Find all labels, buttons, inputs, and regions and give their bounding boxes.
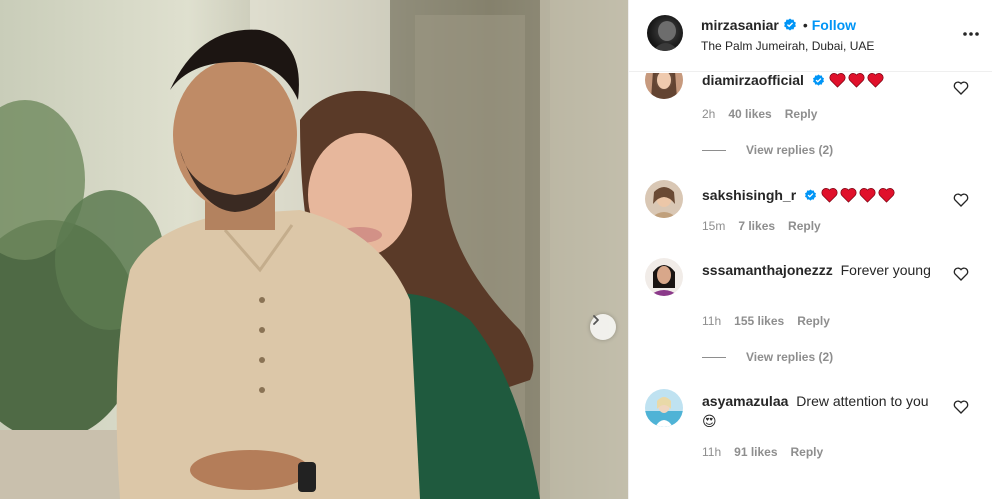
red-heart-icon: [878, 188, 895, 203]
verified-badge-icon: [805, 189, 817, 201]
verified-badge-icon: [812, 74, 824, 86]
red-heart-icon: [867, 73, 884, 88]
comment-username[interactable]: sakshisingh_r: [702, 187, 796, 203]
owner-avatar-image: [653, 21, 679, 51]
replies-divider-line: [702, 149, 726, 151]
comment-reply-button[interactable]: Reply: [797, 314, 830, 328]
photo-illustration: [0, 0, 628, 499]
heart-outline-icon[interactable]: [953, 399, 969, 415]
post-side-panel: mirzasaniar • Follow The Palm Jumeirah, …: [628, 0, 992, 499]
comment-reply-button[interactable]: Reply: [788, 219, 821, 233]
commenter-avatar-image: [645, 180, 683, 218]
comment-username[interactable]: sssamanthajonezzz: [702, 262, 833, 278]
comment-text: sssamanthajonezzz Forever young: [702, 260, 942, 280]
commenter-avatar-image: [645, 389, 683, 427]
view-replies-button[interactable]: View replies (2): [702, 143, 833, 157]
post-photo[interactable]: [0, 0, 628, 499]
red-heart-icon: [821, 188, 838, 203]
comment-meta: 11h 155 likes Reply: [702, 314, 830, 328]
comment-meta: 15m 7 likes Reply: [702, 219, 821, 233]
replies-divider-line: [702, 356, 726, 358]
owner-username[interactable]: mirzasaniar: [701, 17, 779, 33]
owner-avatar[interactable]: [647, 15, 683, 51]
commenter-avatar[interactable]: [645, 73, 683, 99]
comment-meta: 11h 91 likes Reply: [702, 445, 823, 459]
comment-meta: 2h 40 likes Reply: [702, 107, 817, 121]
comment-text: asyamazulaa Drew attention to you 😍: [702, 391, 942, 431]
comment-time[interactable]: 11h: [702, 314, 721, 328]
view-replies-button[interactable]: View replies (2): [702, 350, 833, 364]
comment-reply-button[interactable]: Reply: [785, 107, 818, 121]
comment-body: Forever young: [840, 262, 931, 278]
view-replies-label: View replies (2): [746, 350, 834, 364]
header-separator: •: [802, 17, 808, 33]
commenter-avatar[interactable]: [645, 258, 683, 296]
red-heart-icon: [829, 73, 846, 88]
heart-emoji-group: [821, 187, 895, 203]
heart-outline-icon[interactable]: [953, 266, 969, 282]
comment-time[interactable]: 11h: [702, 445, 721, 459]
comment-username[interactable]: asyamazulaa: [702, 393, 788, 409]
next-photo-button[interactable]: [590, 314, 616, 340]
view-replies-label: View replies (2): [746, 143, 834, 157]
follow-button[interactable]: Follow: [812, 17, 856, 33]
commenter-avatar-image: [645, 73, 683, 99]
post-location[interactable]: The Palm Jumeirah, Dubai, UAE: [701, 39, 874, 53]
heart-outline-icon[interactable]: [953, 80, 969, 96]
verified-badge-icon: [783, 18, 796, 31]
comment-likes[interactable]: 40 likes: [728, 107, 771, 121]
commenter-avatar[interactable]: [645, 389, 683, 427]
chevron-right-icon: [593, 315, 599, 325]
comment-likes[interactable]: 7 likes: [738, 219, 775, 233]
red-heart-icon: [859, 188, 876, 203]
comment-reply-button[interactable]: Reply: [791, 445, 824, 459]
comment-username[interactable]: diamirzaofficial: [702, 73, 804, 88]
heart-outline-icon[interactable]: [953, 192, 969, 208]
comment-text: diamirzaofficial: [702, 73, 942, 90]
heart-emoji-group: [829, 73, 884, 88]
comment-text: sakshisingh_r: [702, 185, 942, 205]
comment-likes[interactable]: 91 likes: [734, 445, 777, 459]
comment-time[interactable]: 2h: [702, 107, 715, 121]
comment-likes[interactable]: 155 likes: [734, 314, 784, 328]
more-options-icon[interactable]: [961, 27, 981, 41]
red-heart-icon: [840, 188, 857, 203]
comments-list: diamirzaofficial 2h 40 likes Reply View …: [629, 73, 992, 499]
owner-row: mirzasaniar • Follow: [701, 17, 856, 33]
red-heart-icon: [848, 73, 865, 88]
commenter-avatar-image: [645, 258, 683, 296]
commenter-avatar[interactable]: [645, 180, 683, 218]
comment-time[interactable]: 15m: [702, 219, 725, 233]
post-header: mirzasaniar • Follow The Palm Jumeirah, …: [629, 0, 992, 72]
